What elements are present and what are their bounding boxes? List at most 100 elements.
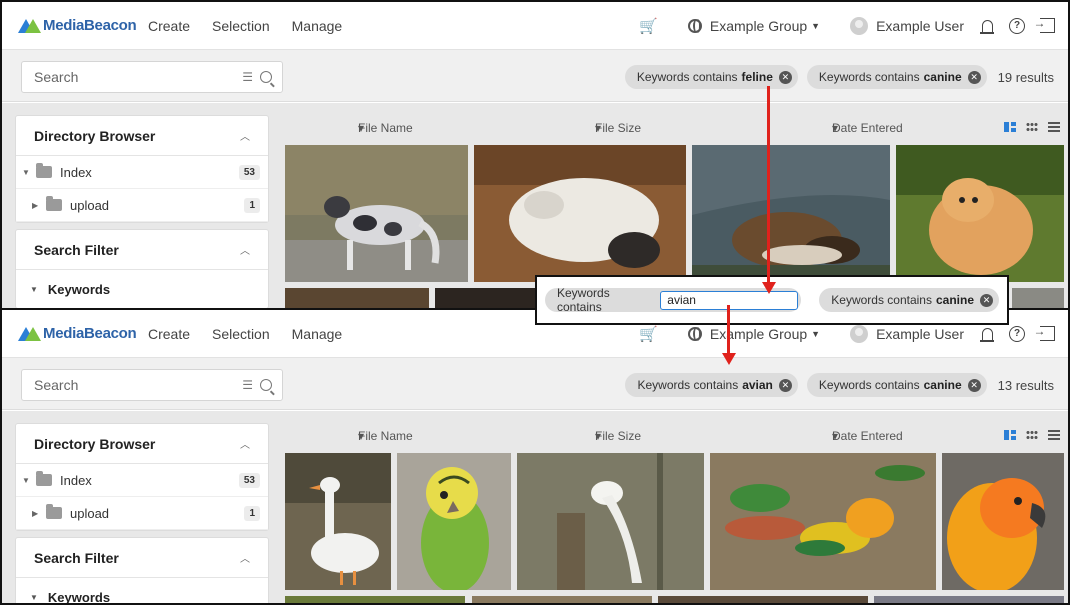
chevron-up-icon[interactable]: ︿ xyxy=(240,242,250,257)
filter-sliders-icon[interactable]: ☰ xyxy=(242,70,253,84)
thumbnail-pomeranian[interactable] xyxy=(896,145,1064,282)
sort-date-entered[interactable]: Date Entered ▾ xyxy=(832,121,903,135)
logout-button[interactable] xyxy=(1034,324,1056,343)
thumbnail-row2-3[interactable] xyxy=(658,596,868,605)
thumbnail-merle-collie[interactable] xyxy=(285,145,468,282)
nav-selection[interactable]: Selection xyxy=(212,326,270,342)
keywords-facet[interactable]: ▼ Keywords xyxy=(16,270,268,308)
chip-prefix: Keywords contains xyxy=(818,378,920,392)
group-label: Example Group xyxy=(709,325,808,342)
grid-view-icon[interactable] xyxy=(1026,122,1038,132)
help-button[interactable]: ? xyxy=(1008,17,1026,35)
tree-item-index[interactable]: ▼ Index 53 xyxy=(16,464,268,497)
search-icon[interactable] xyxy=(260,71,272,83)
sort-file-name[interactable]: File Name ▾ xyxy=(358,121,413,135)
nav-selection[interactable]: Selection xyxy=(212,18,270,34)
filter-chip-canine[interactable]: Keywords contains canine ✕ xyxy=(819,288,999,312)
annotation-arrow-1-head xyxy=(762,282,776,294)
directory-browser-header[interactable]: Directory Browser ︿ xyxy=(16,116,268,156)
view-toggle xyxy=(994,430,1060,440)
thumbnail-white-goose[interactable] xyxy=(285,453,391,590)
thumbnail-white-peacock[interactable] xyxy=(517,453,704,590)
avatar xyxy=(850,324,869,343)
expand-right-icon[interactable]: ▶ xyxy=(32,201,46,210)
search-icon[interactable] xyxy=(260,379,272,391)
remove-filter-icon[interactable]: ✕ xyxy=(980,293,993,307)
filter-chip-feline[interactable]: Keywords contains feline ✕ xyxy=(624,65,798,89)
nav-manage[interactable]: Manage xyxy=(292,326,343,342)
thumbnail-row2-3[interactable] xyxy=(1012,288,1064,310)
mosaic-view-icon[interactable] xyxy=(1004,430,1016,440)
cart-icon[interactable]: 🛒 xyxy=(639,17,658,35)
mosaic-view-icon[interactable] xyxy=(1004,122,1016,132)
screen-before: MediaBeacon Create Selection Manage 🛒 Ex… xyxy=(0,0,1070,310)
search-input[interactable]: Search ☰ xyxy=(21,61,283,93)
thumbnail-sleeping-dog[interactable] xyxy=(474,145,686,282)
list-view-icon[interactable] xyxy=(1048,430,1060,440)
tree-item-upload[interactable]: ▶ upload 1 xyxy=(16,189,268,222)
filter-chip-avian[interactable]: Keywords contains avian ✕ xyxy=(625,373,798,397)
remove-filter-icon[interactable]: ✕ xyxy=(778,70,792,84)
notifications-button[interactable] xyxy=(978,325,996,343)
tree-item-upload[interactable]: ▶ upload 1 xyxy=(16,497,268,530)
expand-down-icon[interactable]: ▼ xyxy=(22,476,36,485)
remove-filter-icon[interactable]: ✕ xyxy=(967,378,981,392)
cart-icon[interactable]: 🛒 xyxy=(639,325,658,343)
facet-label: Keywords xyxy=(47,281,111,297)
filter-chip-canine[interactable]: Keywords contains canine ✕ xyxy=(806,373,987,397)
tree-item-index[interactable]: ▼ Index 53 xyxy=(16,156,268,189)
search-bar: Search ☰ Keywords contains feline ✕ Keyw… xyxy=(2,50,1068,102)
notifications-button[interactable] xyxy=(978,17,996,35)
chip-value: canine xyxy=(923,378,962,392)
search-filter-panel: Search Filter ︿ ▼ Keywords xyxy=(15,537,269,604)
filter-chip-canine[interactable]: Keywords contains canine ✕ xyxy=(806,65,987,89)
logout-button[interactable] xyxy=(1034,16,1056,35)
thumbnail-row2-2[interactable] xyxy=(472,596,652,605)
remove-filter-icon[interactable]: ✕ xyxy=(778,378,792,392)
thumbnail-row2-2[interactable] xyxy=(435,288,545,310)
group-selector[interactable]: Example Group ▼ xyxy=(687,18,821,34)
search-input[interactable]: Search ☰ xyxy=(21,369,283,401)
keywords-facet[interactable]: ▼ Keywords xyxy=(16,578,268,604)
sort-date-entered[interactable]: Date Entered ▾ xyxy=(832,429,903,443)
thumbnail-conures[interactable] xyxy=(710,453,936,590)
chevron-up-icon[interactable]: ︿ xyxy=(240,550,250,565)
chevron-up-icon[interactable]: ︿ xyxy=(240,128,250,143)
expand-right-icon[interactable]: ▶ xyxy=(32,509,46,518)
nav-create[interactable]: Create xyxy=(148,326,190,342)
thumbnail-sun-conure[interactable] xyxy=(942,453,1064,590)
nav-create[interactable]: Create xyxy=(148,18,190,34)
filter-sliders-icon[interactable]: ☰ xyxy=(242,378,253,392)
user-menu[interactable]: Example User xyxy=(850,324,964,343)
chevron-down-icon: ▼ xyxy=(811,20,821,31)
logo[interactable]: MediaBeacon xyxy=(18,325,148,342)
nav-manage[interactable]: Manage xyxy=(292,18,343,34)
sort-file-name[interactable]: File Name ▾ xyxy=(358,429,413,443)
grid-view-icon[interactable] xyxy=(1026,430,1038,440)
remove-filter-icon[interactable]: ✕ xyxy=(967,70,981,84)
expand-down-icon[interactable]: ▼ xyxy=(22,168,36,177)
avatar xyxy=(850,16,869,35)
user-menu[interactable]: Example User xyxy=(850,16,964,35)
sort-file-size[interactable]: File Size ▾ xyxy=(595,429,641,443)
sort-file-size[interactable]: File Size ▾ xyxy=(595,121,641,135)
annotation-arrow-2-line xyxy=(727,305,730,355)
mediabeacon-logo-icon xyxy=(18,326,41,342)
search-placeholder: Search xyxy=(34,377,79,393)
help-button[interactable]: ? xyxy=(1008,325,1026,343)
group-selector[interactable]: Example Group ▼ xyxy=(687,325,820,342)
search-filter-header[interactable]: Search Filter ︿ xyxy=(16,538,268,578)
chevron-up-icon[interactable]: ︿ xyxy=(240,436,250,451)
thumbnail-row2-1[interactable] xyxy=(285,288,429,310)
thumbnail-budgie[interactable] xyxy=(397,453,511,590)
panel-title: Directory Browser xyxy=(34,127,156,144)
directory-browser-header[interactable]: Directory Browser ︿ xyxy=(16,424,268,464)
panel-title: Search Filter xyxy=(34,549,119,566)
logo[interactable]: MediaBeacon xyxy=(18,17,148,34)
annotation-arrow-1-line xyxy=(767,86,770,282)
search-filter-header[interactable]: Search Filter ︿ xyxy=(16,230,268,270)
thumbnail-row2-4[interactable] xyxy=(874,596,1064,605)
thumbnail-row2-1[interactable] xyxy=(285,596,465,605)
thumbnail-dog-under-blanket[interactable] xyxy=(692,145,890,282)
list-view-icon[interactable] xyxy=(1048,122,1060,132)
